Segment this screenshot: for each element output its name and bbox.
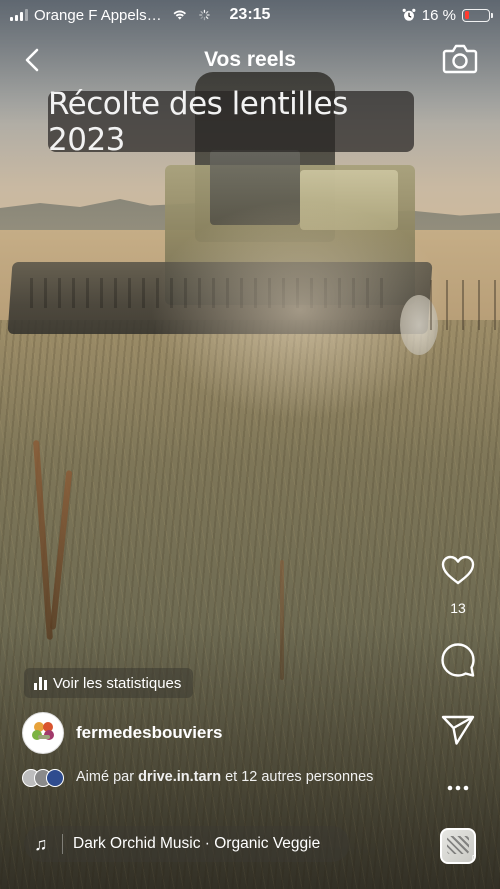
more-options-button[interactable]	[438, 778, 478, 798]
comment-button[interactable]	[438, 640, 478, 680]
music-note-icon: ♫	[34, 833, 48, 854]
signal-icon	[10, 9, 28, 21]
liked-by-text: Aimé par drive.in.tarn et 12 autres pers…	[76, 769, 374, 785]
loading-spinner-icon	[199, 9, 210, 21]
alarm-icon	[402, 8, 416, 21]
avatar[interactable]	[22, 712, 64, 754]
carrier-name: Orange F Appels…	[34, 6, 162, 24]
bar-chart-icon	[34, 676, 47, 690]
view-insights-button[interactable]: Voir les statistiques	[24, 668, 194, 698]
liked-by-row[interactable]: Aimé par drive.in.tarn et 12 autres pers…	[22, 768, 382, 787]
view-insights-label: Voir les statistiques	[53, 674, 182, 692]
battery-fill	[464, 11, 469, 19]
author-username[interactable]: fermedesbouviers	[76, 723, 222, 743]
audio-track-label: Dark Orchid Music · Organic Veggie	[73, 835, 321, 852]
more-dots-icon	[447, 785, 469, 791]
like-count[interactable]: 13	[450, 600, 466, 616]
wifi-icon	[173, 10, 186, 20]
top-nav: Vos reels	[0, 40, 500, 80]
video-text-overlay: Récolte des lentilles 2023	[48, 86, 414, 158]
page-title: Vos reels	[204, 48, 296, 71]
camera-icon	[442, 44, 478, 74]
comment-icon	[441, 643, 475, 677]
share-button[interactable]	[438, 710, 478, 750]
liker-username[interactable]: drive.in.tarn	[138, 769, 221, 785]
music-note-icon: ♫	[468, 850, 474, 862]
audio-track-pill[interactable]: ♫ Dark Orchid Music · Organic Veggie	[24, 826, 350, 862]
battery-icon	[462, 8, 493, 22]
heart-icon	[441, 555, 475, 585]
reel-actions: 13 ♫	[438, 550, 478, 864]
audio-thumbnail-button[interactable]: ♫	[440, 828, 476, 864]
liker-avatars	[22, 769, 64, 787]
status-bar: Orange F Appels… 23:15 16 %	[0, 0, 500, 30]
camera-button[interactable]	[442, 42, 478, 76]
liker-avatar	[46, 769, 64, 787]
video-text-overlay-label: Récolte des lentilles 2023	[48, 85, 348, 158]
send-icon	[441, 715, 475, 745]
battery-percent: 16 %	[421, 6, 456, 24]
like-button[interactable]	[438, 550, 478, 590]
author-row: fermedesbouviers	[22, 712, 222, 754]
